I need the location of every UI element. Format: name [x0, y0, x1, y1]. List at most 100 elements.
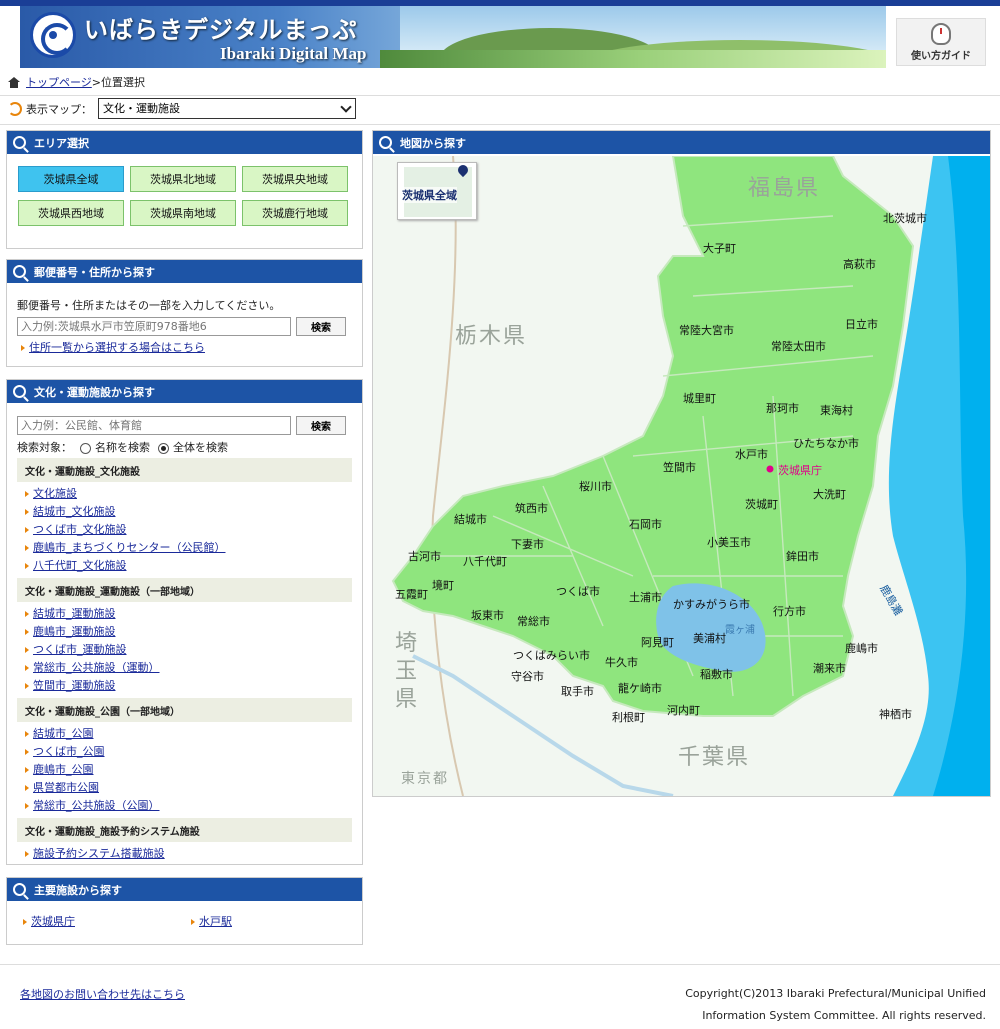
- city-label[interactable]: つくば市: [556, 583, 600, 599]
- area-button-south[interactable]: 茨城県南地域: [130, 200, 236, 226]
- city-label[interactable]: 鹿嶋市: [845, 640, 878, 656]
- city-label[interactable]: 潮来市: [813, 660, 846, 676]
- search-icon: [13, 385, 26, 398]
- facility-link[interactable]: 八千代町_文化施設: [33, 559, 127, 572]
- major-link[interactable]: 茨城県庁: [31, 915, 75, 928]
- city-label[interactable]: 桜川市: [579, 478, 612, 494]
- bullet-icon: [25, 563, 29, 569]
- city-label[interactable]: 河内町: [667, 702, 700, 718]
- city-label[interactable]: 取手市: [561, 683, 594, 699]
- city-label[interactable]: 利根町: [612, 709, 645, 725]
- city-label[interactable]: 境町: [432, 577, 454, 593]
- facility-link[interactable]: 県営都市公園: [33, 781, 99, 794]
- facility-link[interactable]: 常総市_公共施設（公園）: [33, 799, 160, 812]
- list-item: 鹿嶋市_まちづくりセンター（公民館）: [25, 539, 352, 557]
- radio-all-search[interactable]: [158, 442, 169, 454]
- city-label[interactable]: 土浦市: [629, 589, 662, 605]
- radio-name-search[interactable]: [80, 442, 91, 454]
- city-label[interactable]: 美浦村: [693, 630, 726, 646]
- facility-panel: 文化・運動施設から探す 検索 検索対象： 名称を検索 全体を検索 文化・運動施設_文…: [6, 379, 363, 865]
- facility-link[interactable]: 施設予約システム搭載施設: [33, 847, 165, 860]
- city-label[interactable]: 牛久市: [605, 654, 638, 670]
- address-list-link[interactable]: 住所一覧から選択する場合はこちら: [29, 341, 205, 354]
- map-select-dropdown[interactable]: 文化・運動施設: [98, 98, 356, 119]
- city-label[interactable]: 常陸大宮市: [679, 322, 734, 338]
- facility-search-input[interactable]: [17, 416, 291, 435]
- major-link-row: 茨城県庁 水戸駅: [7, 901, 362, 941]
- facility-link[interactable]: 常総市_公共施設（運動）: [33, 661, 160, 674]
- city-label[interactable]: 常総市: [517, 613, 550, 629]
- refresh-icon: [8, 101, 22, 116]
- prefecture-map[interactable]: 茨城県全域 福島県 栃木県 埼玉県 千葉県 東京都 北茨城市 大子町 高萩市 日…: [373, 156, 990, 796]
- address-search-input[interactable]: [17, 317, 291, 336]
- breadcrumb-home-link[interactable]: トップページ: [26, 74, 92, 90]
- pref-label-fukushima: 福島県: [748, 176, 821, 201]
- guide-button[interactable]: 使い方ガイド: [896, 18, 986, 66]
- city-label[interactable]: 石岡市: [629, 516, 662, 532]
- capital-marker: [766, 465, 774, 473]
- city-label[interactable]: 坂東市: [471, 607, 504, 623]
- border-line: [431, 156, 464, 796]
- logo-swirl-icon: [30, 12, 76, 58]
- city-label[interactable]: 常陸太田市: [771, 338, 826, 354]
- city-label[interactable]: 稲敷市: [700, 666, 733, 682]
- city-label[interactable]: 那珂市: [766, 400, 799, 416]
- facility-link[interactable]: 結城市_文化施設: [33, 505, 116, 518]
- contact-link[interactable]: 各地図のお問い合わせ先はこちら: [20, 986, 185, 1002]
- area-button-all[interactable]: 茨城県全域: [18, 166, 124, 192]
- city-label[interactable]: つくばみらい市: [513, 647, 590, 663]
- bullet-icon: [25, 803, 29, 809]
- city-label[interactable]: 結城市: [454, 511, 487, 527]
- site-logo-banner[interactable]: いばらきデジタルまっぷ Ibaraki Digital Map: [20, 6, 886, 68]
- city-label[interactable]: 守谷市: [511, 668, 544, 684]
- city-label[interactable]: 龍ケ崎市: [618, 680, 662, 696]
- city-label[interactable]: 笠間市: [663, 459, 696, 475]
- area-button-north[interactable]: 茨城県北地域: [130, 166, 236, 192]
- address-list-row: 住所一覧から選択する場合はこちら: [17, 339, 352, 355]
- facility-link[interactable]: 笠間市_運動施設: [33, 679, 116, 692]
- facility-link[interactable]: 鹿嶋市_公園: [33, 763, 94, 776]
- city-label[interactable]: 北茨城市: [883, 210, 927, 226]
- facility-link[interactable]: 鹿嶋市_運動施設: [33, 625, 116, 638]
- city-label[interactable]: 城里町: [683, 390, 716, 406]
- city-label[interactable]: 鉾田市: [786, 548, 819, 564]
- city-label[interactable]: 神栖市: [879, 706, 912, 722]
- area-button-west[interactable]: 茨城県西地域: [18, 200, 124, 226]
- city-label[interactable]: 高萩市: [843, 256, 876, 272]
- city-label[interactable]: 筑西市: [515, 500, 548, 516]
- city-label[interactable]: 大洗町: [813, 486, 846, 502]
- city-label[interactable]: 小美玉市: [707, 534, 751, 550]
- category-link-list: 結城市_公園 つくば市_公園 鹿嶋市_公園 県営都市公園 常総市_公共施設（公園…: [17, 725, 352, 815]
- capital-label[interactable]: 茨城県庁: [778, 462, 822, 478]
- city-label[interactable]: 阿見町: [641, 634, 674, 650]
- list-item: 県営都市公園: [25, 779, 352, 797]
- city-label[interactable]: 茨城町: [745, 496, 778, 512]
- facility-link[interactable]: 文化施設: [33, 487, 77, 500]
- address-search-button[interactable]: 検索: [296, 317, 346, 336]
- city-label[interactable]: 五霞町: [395, 586, 428, 602]
- city-label[interactable]: かすみがうら市: [673, 596, 750, 612]
- city-label[interactable]: 大子町: [703, 240, 736, 256]
- area-button-rokko[interactable]: 茨城鹿行地域: [242, 200, 348, 226]
- facility-link[interactable]: つくば市_運動施設: [33, 643, 127, 656]
- area-button-central[interactable]: 茨城県央地域: [242, 166, 348, 192]
- city-label[interactable]: 東海村: [820, 402, 853, 418]
- city-label[interactable]: 水戸市: [735, 446, 768, 462]
- city-label[interactable]: 日立市: [845, 316, 878, 332]
- copyright-line-1: Copyright(C)2013 Ibaraki Prefectural/Mun…: [685, 987, 986, 1000]
- facility-link[interactable]: つくば市_文化施設: [33, 523, 127, 536]
- city-label[interactable]: 行方市: [773, 603, 806, 619]
- city-label[interactable]: 下妻市: [511, 536, 544, 552]
- overview-thumbnail[interactable]: 茨城県全域: [397, 162, 477, 220]
- city-label[interactable]: ひたちなか市: [793, 435, 859, 451]
- city-label[interactable]: 八千代町: [463, 553, 507, 569]
- facility-link[interactable]: 鹿嶋市_まちづくりセンター（公民館）: [33, 541, 226, 554]
- address-panel: 郵便番号・住所から探す 郵便番号・住所またはその一部を入力してください。 検索 …: [6, 259, 363, 367]
- copyright: Copyright(C)2013 Ibaraki Prefectural/Mun…: [656, 983, 986, 1027]
- facility-link[interactable]: 結城市_公園: [33, 727, 94, 740]
- facility-search-button[interactable]: 検索: [296, 416, 346, 435]
- facility-link[interactable]: つくば市_公園: [33, 745, 105, 758]
- facility-link[interactable]: 結城市_運動施設: [33, 607, 116, 620]
- city-label[interactable]: 古河市: [408, 548, 441, 564]
- major-link[interactable]: 水戸駅: [199, 915, 232, 928]
